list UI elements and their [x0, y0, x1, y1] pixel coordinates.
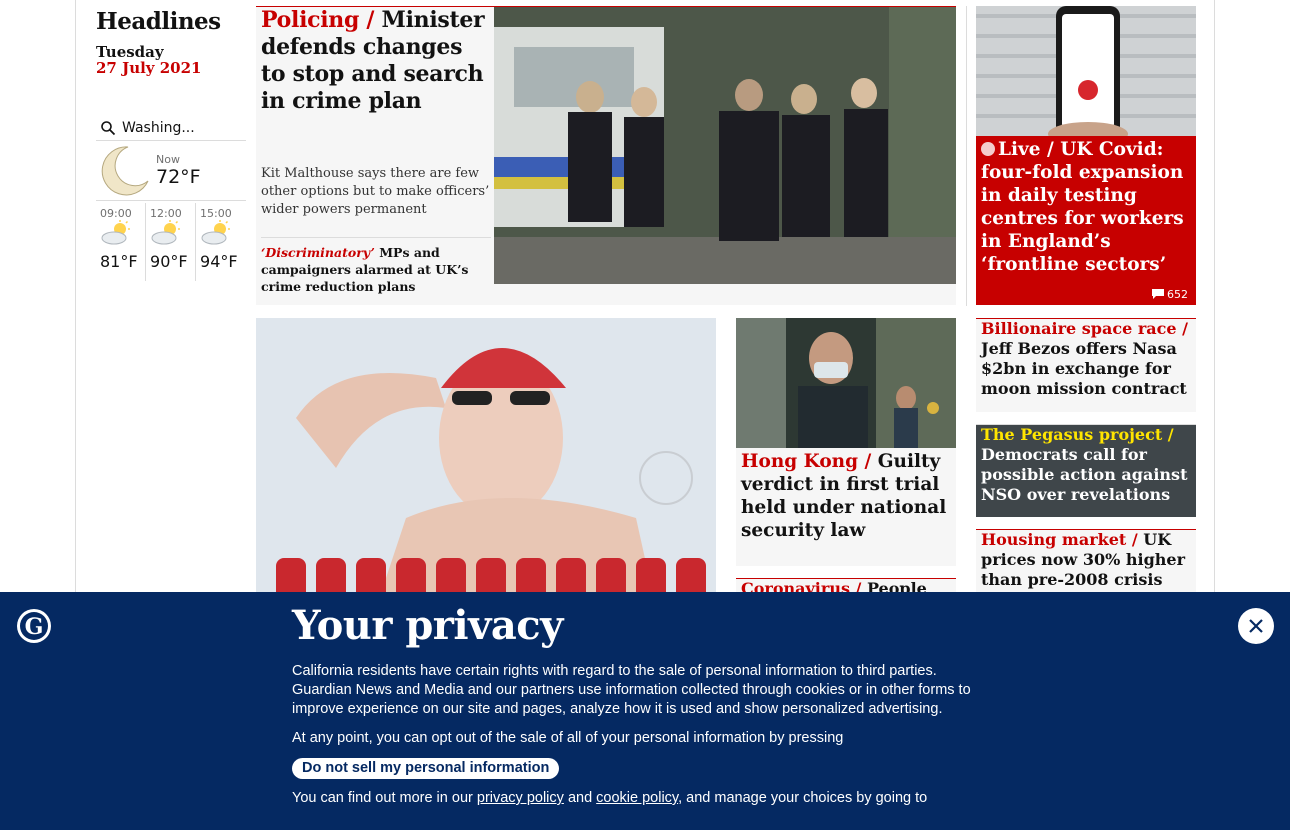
guardian-logo-icon: G [17, 609, 51, 643]
space-race-headline: Jeff Bezos offers Nasa $2bn in exchange … [981, 339, 1187, 398]
weather-now: Now 72°F [96, 141, 246, 201]
partly-cloudy-icon [101, 220, 130, 245]
hong-kong-story-card[interactable]: Hong Kong / Guilty verdict in first tria… [736, 318, 956, 566]
comment-icon [1151, 289, 1164, 299]
privacy-footer-and: and [567, 790, 593, 806]
partly-cloudy-icon [151, 220, 181, 245]
date-full: 27 July 2021 [96, 59, 202, 77]
privacy-banner: G Your privacy California residents have… [0, 592, 1290, 830]
pegasus-story-card[interactable]: The Pegasus project / Democrats call for… [976, 424, 1196, 517]
privacy-footer: You can find out more in our privacy pol… [292, 789, 992, 808]
hong-kong-story-image[interactable] [736, 318, 956, 448]
sublink-kicker: ‘Discriminatory’ [261, 245, 375, 260]
privacy-footer-post: , and manage your choices by going to [678, 790, 928, 806]
lead-story-card[interactable]: Policing / Minister defends changes to s… [256, 6, 956, 305]
live-headline[interactable]: Live / UK Covid: four-fold expansion in … [981, 138, 1191, 276]
lead-sublink[interactable]: ‘Discriminatory’ MPs and campaigners ala… [261, 237, 491, 295]
weather-location-search[interactable]: Washing... [96, 115, 246, 141]
headlines-sidebar: Headlines Tuesday 27 July 2021 Washing..… [96, 0, 246, 281]
weather-location: Washing... [122, 119, 195, 136]
lead-headline[interactable]: Policing / Minister defends changes to s… [261, 7, 491, 115]
privacy-policy-link[interactable]: privacy policy [477, 790, 564, 806]
forecast-item: 12:00 90°F [146, 203, 197, 281]
svg-text:G: G [25, 614, 44, 640]
forecast-time: 12:00 [150, 207, 182, 220]
column-divider [966, 6, 967, 306]
olympics-story-image[interactable] [256, 318, 716, 608]
lead-story-text: Policing / Minister defends changes to s… [261, 7, 491, 295]
moon-icon [101, 145, 149, 195]
live-kicker: Live / [998, 139, 1054, 160]
privacy-footer-pre: You can find out more in our [292, 790, 473, 806]
space-race-story-card[interactable]: Billionaire space race / Jeff Bezos offe… [976, 318, 1196, 412]
close-icon [1249, 619, 1263, 633]
search-icon [101, 120, 116, 135]
forecast-item: 15:00 94°F [196, 203, 246, 281]
hong-kong-headline[interactable]: Hong Kong / Guilty verdict in first tria… [741, 450, 951, 542]
cookie-policy-link[interactable]: cookie policy [596, 790, 678, 806]
forecast-item: 09:00 81°F [96, 203, 147, 281]
weather-forecast: 09:00 81°F 12:00 90°F 15:00 94°F [96, 203, 246, 281]
comment-count-value: 652 [1167, 288, 1188, 301]
forecast-temp: 94°F [200, 252, 238, 271]
hong-kong-kicker: Hong Kong / [741, 451, 872, 472]
close-button[interactable] [1238, 608, 1274, 644]
lead-kicker: Policing / [261, 7, 375, 33]
weather-now-label: Now [156, 153, 180, 166]
comment-count[interactable]: 652 [1151, 288, 1188, 301]
lead-standfirst: Kit Malthouse says there are few other o… [261, 166, 490, 217]
lead-story-image[interactable] [494, 7, 956, 284]
pegasus-kicker: The Pegasus project / [981, 425, 1174, 444]
privacy-title: Your privacy [292, 602, 563, 649]
privacy-body: California residents have certain rights… [292, 662, 992, 808]
live-story-card[interactable]: Live / UK Covid: four-fold expansion in … [976, 6, 1196, 305]
forecast-temp: 81°F [100, 252, 138, 271]
housing-kicker: Housing market / [981, 530, 1138, 549]
privacy-paragraph: California residents have certain rights… [292, 663, 971, 717]
forecast-time: 09:00 [100, 207, 132, 220]
forecast-temp: 90°F [150, 252, 188, 271]
partly-cloudy-icon [201, 220, 231, 245]
pegasus-headline: Democrats call for possible action again… [981, 445, 1188, 504]
weather-now-temp: 72°F [156, 166, 201, 188]
forecast-time: 15:00 [200, 207, 232, 220]
live-pulse-icon [981, 142, 995, 156]
live-story-image[interactable] [976, 6, 1196, 136]
space-race-kicker: Billionaire space race / [981, 319, 1188, 338]
section-title: Headlines [96, 8, 221, 35]
privacy-paragraph: At any point, you can opt out of the sal… [292, 730, 844, 746]
do-not-sell-button[interactable]: Do not sell my personal information [292, 758, 560, 779]
